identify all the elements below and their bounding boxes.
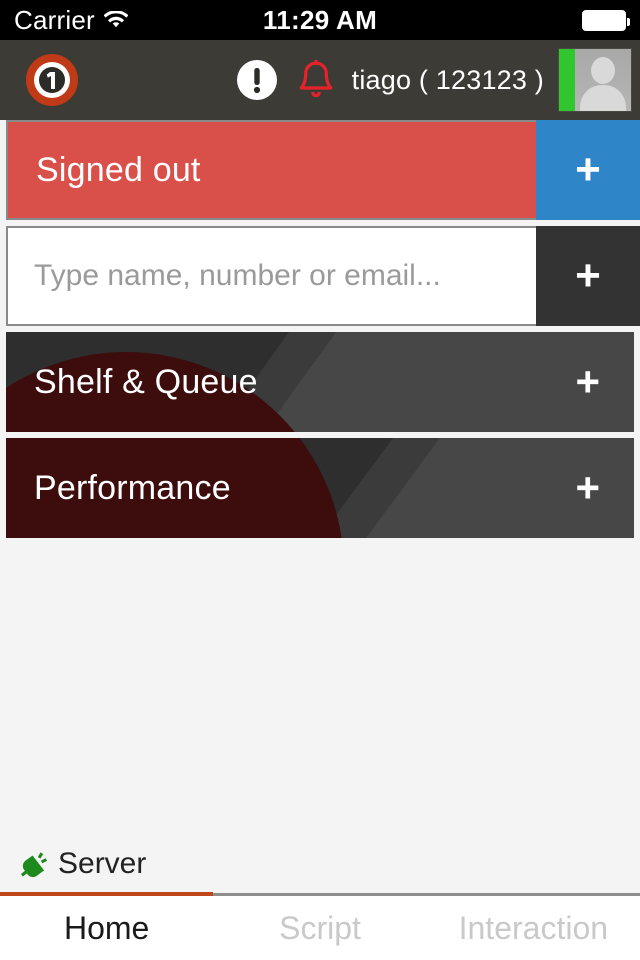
tab-home[interactable]: Home: [0, 896, 213, 960]
exclamation-circle-icon[interactable]: [236, 59, 278, 101]
plug-connected-icon: [16, 849, 48, 879]
tile-label-shelf-queue: Shelf & Queue: [34, 362, 258, 401]
row-performance[interactable]: Performance +: [6, 438, 634, 538]
row-signed-out: Signed out +: [0, 120, 640, 220]
ios-status-bar: Carrier 11:29 AM: [0, 0, 640, 40]
bottom-tab-bar: Home Script Interaction: [0, 896, 640, 960]
avatar-photo: [575, 49, 631, 111]
search-field-wrapper[interactable]: [6, 226, 536, 326]
tile-label-performance: Performance: [34, 468, 231, 507]
tab-interaction[interactable]: Interaction: [427, 896, 640, 960]
tab-script[interactable]: Script: [213, 896, 426, 960]
server-status-bar[interactable]: Server: [0, 834, 640, 896]
plus-icon: +: [575, 251, 601, 300]
status-bar-right: [582, 9, 640, 31]
signed-out-label: Signed out: [36, 150, 201, 189]
app-root: Carrier 11:29 AM tiago (123123) Signed…: [0, 0, 640, 960]
performance-add-button[interactable]: +: [575, 467, 600, 509]
plus-icon: +: [575, 145, 601, 194]
row-search: +: [0, 226, 640, 326]
user-name-label[interactable]: tiago ( 123123 ): [352, 65, 544, 96]
header-right-cluster: tiago ( 123123 ): [236, 40, 640, 120]
shelf-queue-add-button[interactable]: +: [575, 361, 600, 403]
app-header: tiago ( 123123 ): [0, 40, 640, 120]
signed-out-bar[interactable]: Signed out: [6, 120, 536, 220]
server-label: Server: [58, 846, 147, 880]
content-rows: Signed out + +: [0, 120, 640, 544]
signed-out-add-button[interactable]: +: [536, 120, 640, 220]
user-avatar-icon[interactable]: [558, 48, 632, 112]
status-bar-left: Carrier: [0, 4, 129, 36]
carrier-label: Carrier: [14, 4, 95, 35]
app-logo-icon[interactable]: [24, 52, 80, 108]
tab-home-label: Home: [63, 909, 150, 946]
avatar-status-indicator: [559, 49, 575, 111]
search-input[interactable]: [8, 228, 536, 324]
tab-script-label: Script: [279, 909, 361, 946]
bell-icon[interactable]: [296, 58, 336, 102]
wifi-icon: [103, 10, 129, 29]
tab-interaction-label: Interaction: [458, 909, 609, 946]
search-add-button[interactable]: +: [536, 226, 640, 326]
battery-full-icon: [582, 9, 630, 31]
row-shelf-queue[interactable]: Shelf & Queue +: [6, 332, 634, 432]
